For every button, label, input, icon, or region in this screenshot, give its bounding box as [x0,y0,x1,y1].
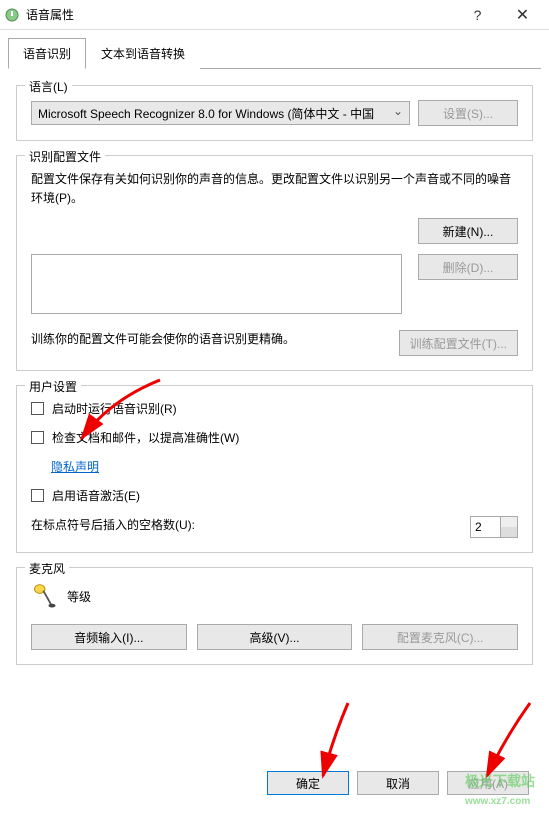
spaces-label: 在标点符号后插入的空格数(U): [31,516,195,533]
check-docs-label: 检查文档和邮件，以提高准确性(W) [52,429,239,446]
window-title: 语音属性 [26,6,455,23]
new-profile-button[interactable]: 新建(N)... [418,218,518,244]
spaces-value: 2 [475,520,482,534]
profile-listbox[interactable] [31,254,402,314]
enable-voice-checkbox[interactable] [31,489,44,502]
train-profile-button[interactable]: 训练配置文件(T)... [399,330,518,356]
train-desc: 训练你的配置文件可能会使你的语音识别更精确。 [31,330,391,349]
user-settings-group: 用户设置 启动时运行语音识别(R) 检查文档和邮件，以提高准确性(W) 隐私声明… [16,385,533,553]
profile-legend: 识别配置文件 [25,148,105,165]
audio-input-button[interactable]: 音频输入(I)... [31,624,187,650]
close-button[interactable]: ✕ [500,1,545,29]
help-button[interactable]: ? [455,1,500,29]
language-selected: Microsoft Speech Recognizer 8.0 for Wind… [38,105,374,122]
config-mic-button[interactable]: 配置麦克风(C)... [362,624,518,650]
delete-profile-button[interactable]: 删除(D)... [418,254,518,280]
tab-recognition[interactable]: 语音识别 [8,38,86,69]
check-docs-checkbox[interactable] [31,431,44,444]
profile-desc: 配置文件保存有关如何识别你的声音的信息。更改配置文件以识别另一个声音或不同的噪音… [31,170,518,208]
microphone-group: 麦克风 等级 音频输入(I)... 高级(V)... 配置麦克风(C)... [16,567,533,665]
spaces-spinner[interactable]: 2 [470,516,518,538]
dialog-footer: 确定 取消 应用(A) [267,771,529,795]
titlebar: 语音属性 ? ✕ [0,0,549,30]
enable-voice-label: 启用语音激活(E) [52,487,140,504]
microphone-icon [31,582,59,610]
tab-tts[interactable]: 文本到语音转换 [86,38,200,69]
content-area: 语言(L) Microsoft Speech Recognizer 8.0 fo… [0,69,549,695]
tab-bar: 语音识别 文本到语音转换 [0,30,549,69]
run-on-start-label: 启动时运行语音识别(R) [52,400,177,417]
ok-button[interactable]: 确定 [267,771,349,795]
apply-button[interactable]: 应用(A) [447,771,529,795]
app-icon [4,7,20,23]
language-legend: 语言(L) [25,78,72,95]
level-slider [115,593,315,599]
check-docs-row: 检查文档和邮件，以提高准确性(W) [31,429,518,446]
cancel-button[interactable]: 取消 [357,771,439,795]
user-settings-legend: 用户设置 [25,378,81,395]
run-on-start-checkbox[interactable] [31,402,44,415]
settings-button[interactable]: 设置(S)... [418,100,518,126]
language-group: 语言(L) Microsoft Speech Recognizer 8.0 fo… [16,85,533,141]
enable-voice-row: 启用语音激活(E) [31,487,518,504]
language-dropdown[interactable]: Microsoft Speech Recognizer 8.0 for Wind… [31,101,410,125]
advanced-button[interactable]: 高级(V)... [197,624,353,650]
run-on-start-row: 启动时运行语音识别(R) [31,400,518,417]
privacy-link[interactable]: 隐私声明 [51,458,99,475]
level-label: 等级 [67,588,91,605]
microphone-legend: 麦克风 [25,560,69,577]
profile-group: 识别配置文件 配置文件保存有关如何识别你的声音的信息。更改配置文件以识别另一个声… [16,155,533,371]
